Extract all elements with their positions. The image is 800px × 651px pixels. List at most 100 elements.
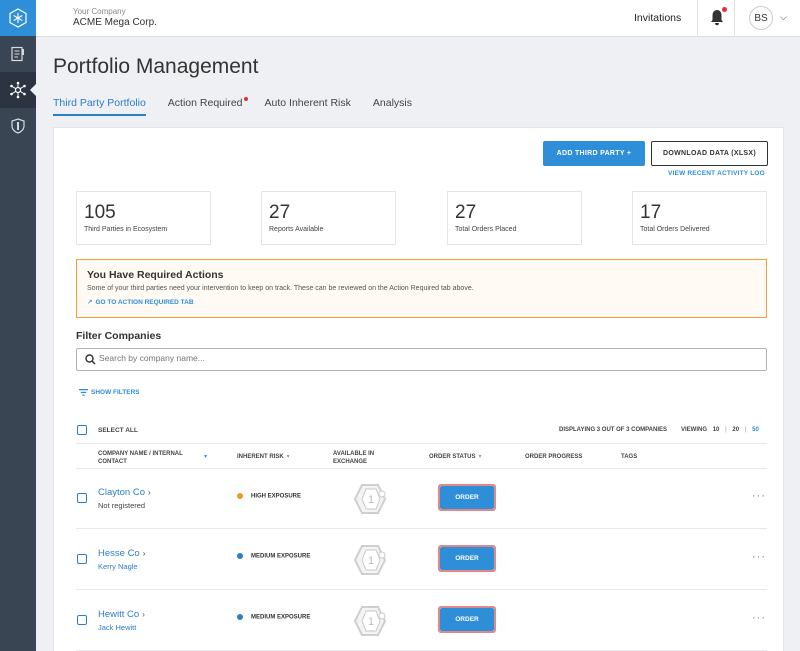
risk-dot-icon: [237, 614, 243, 620]
contact-link[interactable]: Kerry Nagle: [98, 562, 138, 571]
more-options-icon[interactable]: ···: [752, 612, 766, 624]
divider: [76, 589, 767, 590]
divider: [76, 443, 767, 444]
risk-level: MEDIUM EXPOSURE: [237, 553, 310, 560]
stat-card: 27 Total Orders Placed: [447, 191, 582, 245]
divider: [697, 0, 698, 37]
page-size-10[interactable]: 10: [713, 427, 720, 433]
tab-third-party-portfolio[interactable]: Third Party Portfolio: [53, 97, 146, 116]
tab-analysis[interactable]: Analysis: [373, 97, 412, 116]
app-logo[interactable]: [0, 0, 36, 36]
more-options-icon[interactable]: ···: [752, 551, 766, 563]
exchange-count: 1: [368, 494, 374, 506]
arrow-up-right-icon: ↗: [87, 299, 93, 306]
display-count: DISPLAYING 3 OUT OF 3 COMPANIES: [559, 427, 668, 433]
exchange-badge-icon: 1: [353, 545, 387, 575]
alert-title: You Have Required Actions: [87, 269, 224, 281]
header-label: INHERENT RISK: [237, 454, 284, 460]
activity-log-link[interactable]: VIEW RECENT ACTIVITY LOG: [668, 170, 765, 177]
divider: [734, 0, 735, 37]
column-header-progress: ORDER PROGRESS: [525, 454, 583, 460]
column-header-risk[interactable]: INHERENT RISK ▾: [237, 453, 290, 461]
user-avatar[interactable]: BS: [749, 6, 773, 30]
contact-link[interactable]: Jack Hewitt: [98, 623, 136, 632]
go-to-action-required-link[interactable]: ↗ GO TO ACTION REQUIRED TAB: [87, 298, 194, 306]
order-label: ORDER: [440, 486, 494, 509]
top-bar: Your Company ACME Mega Corp. Invitations…: [36, 0, 800, 37]
tab-label: Action Required: [167, 97, 243, 109]
tab-auto-inherent-risk[interactable]: Auto Inherent Risk: [265, 97, 351, 116]
chevron-right-icon: ›: [148, 488, 151, 497]
add-third-party-button[interactable]: ADD THIRD PARTY +: [543, 141, 645, 166]
page-title: Portfolio Management: [53, 55, 259, 78]
exchange-count: 1: [368, 616, 374, 628]
header-label: ORDER STATUS: [429, 454, 476, 460]
company-label: Your Company: [73, 7, 126, 16]
tab-action-required[interactable]: Action Required: [167, 97, 248, 116]
risk-label: MEDIUM EXPOSURE: [251, 614, 311, 621]
header-line: COMPANY NAME / INTERNAL: [98, 451, 183, 457]
exchange-badge-icon: 1: [353, 484, 387, 514]
order-button[interactable]: ORDER: [438, 606, 496, 633]
page-size-20[interactable]: 20: [732, 427, 739, 433]
company-name-link[interactable]: Hesse Co ›: [98, 548, 145, 559]
column-header-exchange: AVAILABLE IN EXCHANGE: [333, 450, 374, 466]
company-name: Hesse Co: [98, 548, 140, 559]
chevron-down-icon[interactable]: ⌵: [780, 12, 787, 23]
download-data-button[interactable]: DOWNLOAD DATA (XLSX): [651, 141, 768, 166]
network-icon: [10, 81, 26, 99]
divider: [76, 468, 767, 469]
nav-portfolio[interactable]: [0, 72, 36, 108]
column-header-company[interactable]: COMPANY NAME / INTERNAL CONTACT: [98, 450, 183, 466]
stat-label: Third Parties in Ecosystem: [84, 226, 168, 233]
nav-security[interactable]: [0, 108, 36, 144]
stat-card: 27 Reports Available: [261, 191, 396, 245]
risk-level: MEDIUM EXPOSURE: [237, 614, 310, 621]
column-header-status[interactable]: ORDER STATUS ▾: [429, 453, 481, 461]
order-button[interactable]: ORDER: [438, 545, 496, 572]
portfolio-panel: ADD THIRD PARTY + DOWNLOAD DATA (XLSX) V…: [53, 127, 784, 651]
stat-value: 17: [640, 202, 662, 223]
sort-desc-icon[interactable]: ▾: [204, 453, 207, 461]
order-label: ORDER: [440, 547, 494, 570]
page-size-selector: VIEWING 10 | 20 | 50: [681, 427, 759, 433]
divider: [76, 528, 767, 529]
search-input[interactable]: [99, 353, 699, 363]
order-button[interactable]: ORDER: [438, 484, 496, 511]
chevron-right-icon: ›: [142, 549, 146, 558]
alert-description: Some of your third parties need your int…: [87, 285, 474, 292]
row-checkbox[interactable]: [77, 493, 87, 503]
select-all-label: SELECT ALL: [98, 427, 138, 434]
nav-reports[interactable]: [0, 36, 36, 72]
invitations-link[interactable]: Invitations: [634, 12, 681, 24]
stat-label: Total Orders Delivered: [640, 226, 710, 233]
risk-dot-icon: [237, 493, 243, 499]
sort-icon: ▾: [478, 454, 482, 460]
link-label: GO TO ACTION REQUIRED TAB: [95, 299, 194, 306]
stat-card: 105 Third Parties in Ecosystem: [76, 191, 211, 245]
header-line: EXCHANGE: [333, 459, 368, 465]
more-options-icon[interactable]: ···: [752, 490, 766, 502]
row-checkbox[interactable]: [77, 554, 87, 564]
company-name[interactable]: ACME Mega Corp.: [73, 17, 157, 28]
page-size-50[interactable]: 50: [752, 427, 759, 433]
notification-dot: [722, 7, 727, 12]
stat-value: 27: [269, 202, 291, 223]
risk-label: MEDIUM EXPOSURE: [251, 553, 311, 560]
column-header-tags: TAGS: [621, 454, 638, 460]
contact-label: Not registered: [98, 501, 146, 510]
row-checkbox[interactable]: [77, 615, 87, 625]
sort-icon: ▾: [286, 454, 290, 460]
company-name: Hewitt Co: [98, 609, 140, 620]
show-filters-button[interactable]: SHOW FILTERS: [79, 389, 140, 396]
stat-value: 27: [455, 202, 477, 223]
company-name-link[interactable]: Hewitt Co ›: [98, 609, 145, 620]
stat-label: Reports Available: [269, 226, 324, 233]
filter-icon: [79, 389, 88, 396]
company-name-link[interactable]: Clayton Co ›: [98, 487, 151, 498]
document-icon: [11, 46, 24, 62]
shield-icon: [11, 118, 25, 134]
select-all-checkbox[interactable]: [77, 425, 87, 435]
notifications-button[interactable]: [710, 7, 727, 31]
bell-icon: [711, 10, 723, 26]
